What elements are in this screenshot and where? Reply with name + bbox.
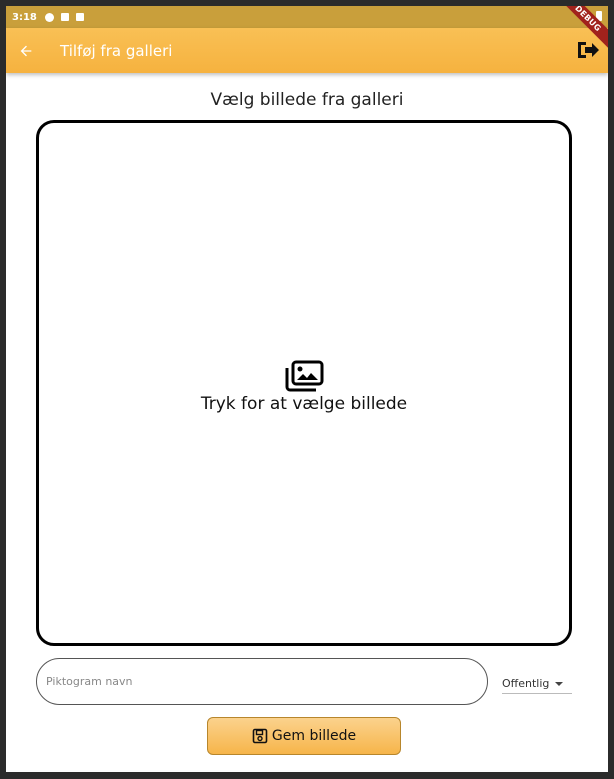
a-icon (60, 13, 69, 21)
pictogram-name-field[interactable]: Piktogram navn (36, 658, 488, 705)
visibility-value: Offentlig (502, 677, 550, 690)
status-bar: 3:18 (6, 6, 608, 28)
status-left-icons (44, 12, 84, 22)
sign-out-icon (578, 42, 599, 58)
chevron-down-icon (555, 681, 564, 686)
status-time: 3:18 (12, 11, 37, 23)
app-bar-title: Tilføj fra galleri (60, 41, 173, 60)
arrow-back-icon (20, 45, 32, 56)
visibility-dropdown[interactable]: Offentlig (502, 674, 572, 694)
image-picker-area[interactable]: Tryk for at vælge billede (36, 120, 572, 646)
save-icon (252, 728, 268, 744)
app-screen: 3:18 Tilføj fra galleri DEBUG Vælg bille… (6, 6, 608, 772)
save-image-button[interactable]: Gem billede (207, 717, 401, 755)
page-heading: Vælg billede fra galleri (210, 90, 404, 110)
picker-label: Tryk for at vælge billede (200, 394, 408, 414)
logout-button[interactable] (574, 38, 602, 62)
app-bar: Tilføj fra galleri (6, 28, 608, 73)
photo-library-icon (285, 360, 324, 392)
pictogram-name-placeholder: Piktogram navn (46, 675, 133, 688)
sd-card-icon (75, 13, 84, 21)
back-button[interactable] (6, 28, 46, 73)
save-button-label: Gem billede (271, 728, 357, 744)
gear-icon (44, 12, 54, 22)
